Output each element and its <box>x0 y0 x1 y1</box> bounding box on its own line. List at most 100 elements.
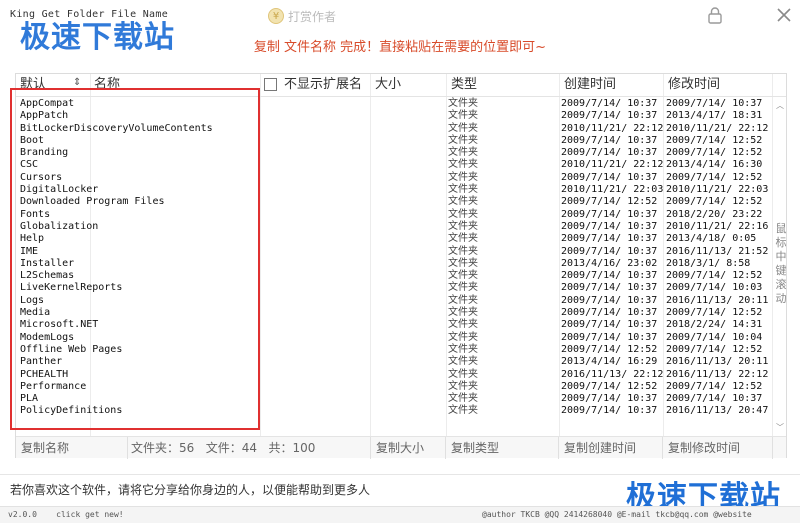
files-label: 文件： <box>205 441 242 455</box>
file-name[interactable]: PLA <box>20 393 213 405</box>
file-name[interactable]: Globalization <box>20 221 213 233</box>
file-modified: 2009/7/14/ 10:04 <box>666 331 763 343</box>
file-name[interactable]: Media <box>20 307 213 319</box>
file-name[interactable]: Boot <box>20 135 213 147</box>
coin-icon: ¥ <box>268 8 284 24</box>
copy-type-button[interactable]: 复制类型 <box>446 437 559 459</box>
copy-modified-button[interactable]: 复制修改时间 <box>663 437 773 459</box>
version-info: v2.0.0 click get new! <box>8 507 124 523</box>
column-created[interactable]: 创建时间 <box>560 74 664 96</box>
file-name[interactable]: PolicyDefinitions <box>20 405 213 417</box>
file-type: 文件夹 <box>448 257 478 269</box>
column-divider <box>260 74 261 436</box>
file-created: 2009/7/14/ 10:37 <box>561 331 658 343</box>
file-name[interactable]: Cursors <box>20 172 213 184</box>
modified-column: 2009/7/14/ 10:37 2013/4/17/ 18:31 2010/11/… <box>666 98 768 418</box>
file-name[interactable]: Installer <box>20 258 213 270</box>
update-link[interactable]: click get new! <box>56 510 123 519</box>
file-name[interactable]: BitLockerDiscoveryVolumeContents <box>20 123 213 135</box>
file-type: 文件夹 <box>448 208 478 220</box>
copy-name-button[interactable]: 复制名称 <box>16 437 128 459</box>
item-counts: 文件夹：56 文件：44 共：100 <box>131 437 315 459</box>
file-type: 文件夹 <box>448 159 478 171</box>
file-modified: 2018/2/20/ 23:22 <box>666 208 763 220</box>
file-name[interactable]: Downloaded Program Files <box>20 196 213 208</box>
file-modified: 2013/4/14/ 16:30 <box>666 159 763 171</box>
file-modified: 2018/2/24/ 14:31 <box>666 319 763 331</box>
file-modified: 2013/4/18/ 0:05 <box>666 233 757 245</box>
column-modified[interactable]: 修改时间 <box>664 74 774 96</box>
file-modified: 2009/7/14/ 10:37 <box>666 393 763 405</box>
file-created: 2016/11/13/ 22:12 <box>561 368 664 380</box>
hide-extension-checkbox[interactable] <box>264 78 277 91</box>
file-type: 文件夹 <box>448 245 478 257</box>
file-created: 2009/7/14/ 10:37 <box>561 171 658 183</box>
close-icon[interactable] <box>775 6 793 24</box>
file-name[interactable]: IME <box>20 246 213 258</box>
file-type: 文件夹 <box>448 307 478 319</box>
copy-notice: 复制 文件名称 完成！直接粘贴在需要的位置即可~ <box>253 40 547 55</box>
file-modified: 2013/4/17/ 18:31 <box>666 110 763 122</box>
copy-created-button[interactable]: 复制创建时间 <box>559 437 663 459</box>
file-name[interactable]: LiveKernelReports <box>20 282 213 294</box>
file-modified: 2010/11/21/ 22:12 <box>666 122 769 134</box>
file-type: 文件夹 <box>448 196 478 208</box>
file-name[interactable]: L2Schemas <box>20 270 213 282</box>
file-name[interactable]: AppCompat <box>20 98 213 110</box>
scroll-up-icon[interactable]: ︿ <box>776 100 784 111</box>
file-type: 文件夹 <box>448 98 478 109</box>
file-name[interactable]: ModemLogs <box>20 332 213 344</box>
file-name[interactable]: Help <box>20 233 213 245</box>
file-created: 2009/7/14/ 10:37 <box>561 233 658 245</box>
folders-count: 56 <box>179 441 195 455</box>
file-name[interactable]: PCHEALTH <box>20 369 213 381</box>
file-created: 2009/7/14/ 10:37 <box>561 110 658 122</box>
file-name[interactable]: Offline Web Pages <box>20 344 213 356</box>
file-name[interactable]: Microsoft.NET <box>20 319 213 331</box>
file-name[interactable]: Performance <box>20 381 213 393</box>
files-count: 44 <box>241 441 258 455</box>
file-name[interactable]: DigitalLocker <box>20 184 213 196</box>
file-created: 2009/7/14/ 10:37 <box>561 405 658 417</box>
version-label: v2.0.0 <box>8 510 37 519</box>
file-created: 2010/11/21/ 22:12 <box>561 159 664 171</box>
file-modified: 2016/11/13/ 20:47 <box>666 405 769 417</box>
file-name[interactable]: Panther <box>20 356 213 368</box>
file-modified: 2016/11/13/ 20:11 <box>666 356 769 368</box>
file-modified: 2009/7/14/ 10:37 <box>666 98 763 109</box>
scroll-hint: 鼠标中键滚动 <box>775 222 787 305</box>
file-type: 文件夹 <box>448 319 478 331</box>
grid-footer: 复制名称 文件夹：56 文件：44 共：100 复制大小 复制类型 复制创建时间… <box>16 436 786 459</box>
file-created: 2009/7/14/ 10:37 <box>561 245 658 257</box>
lock-icon[interactable] <box>706 6 724 24</box>
file-name[interactable]: Branding <box>20 147 213 159</box>
column-size[interactable]: 大小 <box>371 74 446 96</box>
file-created: 2010/11/21/ 22:03 <box>561 184 664 196</box>
file-created: 2009/7/14/ 12:52 <box>561 380 658 392</box>
sort-icon[interactable]: ⇕ <box>73 77 81 88</box>
file-created: 2013/4/16/ 23:02 <box>561 257 658 269</box>
file-type: 文件夹 <box>448 110 478 122</box>
scroll-down-icon[interactable]: ﹀ <box>776 422 784 433</box>
file-type: 文件夹 <box>448 270 478 282</box>
created-column: 2009/7/14/ 10:37 2009/7/14/ 10:37 2010/11/… <box>561 98 663 418</box>
file-name[interactable]: AppPatch <box>20 110 213 122</box>
file-list-grid: 默认 ⇕ 名称 不显示扩展名 大小 类型 创建时间 修改时间 AppCompat… <box>15 73 787 459</box>
file-type: 文件夹 <box>448 233 478 245</box>
file-created: 2009/7/14/ 10:37 <box>561 147 658 159</box>
donate-button[interactable]: ¥ 打赏作者 <box>268 6 336 26</box>
copy-size-button[interactable]: 复制大小 <box>370 437 446 459</box>
column-name[interactable]: 名称 <box>90 74 260 96</box>
hide-extension-label[interactable]: 不显示扩展名 <box>280 74 370 96</box>
file-name[interactable]: Logs <box>20 295 213 307</box>
file-type: 文件夹 <box>448 122 478 134</box>
column-divider <box>559 74 560 436</box>
file-type: 文件夹 <box>448 393 478 405</box>
file-modified: 2016/11/13/ 21:52 <box>666 245 769 257</box>
file-name[interactable]: Fonts <box>20 209 213 221</box>
file-created: 2009/7/14/ 10:37 <box>561 282 658 294</box>
column-type[interactable]: 类型 <box>447 74 559 96</box>
file-modified: 2009/7/14/ 12:52 <box>666 380 763 392</box>
file-modified: 2010/11/21/ 22:16 <box>666 220 769 232</box>
file-name[interactable]: CSC <box>20 159 213 171</box>
